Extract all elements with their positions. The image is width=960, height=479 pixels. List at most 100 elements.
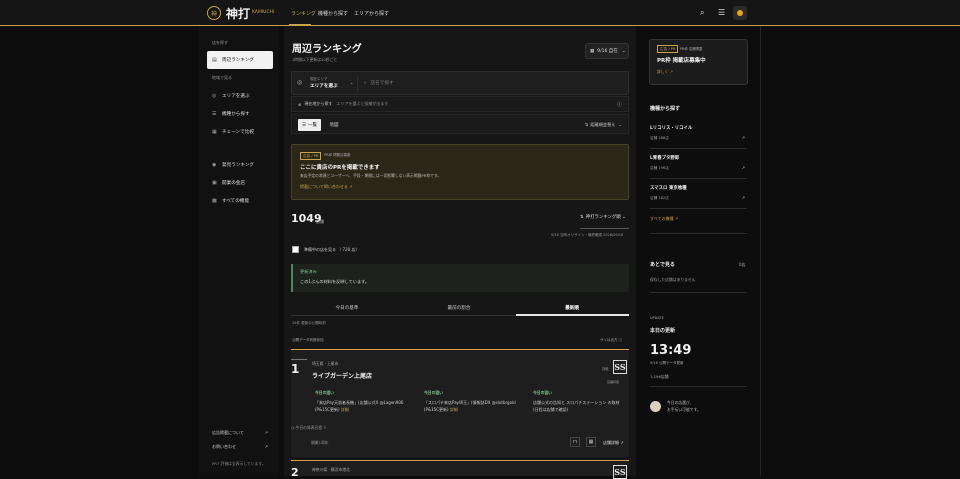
assistant-message-line: 今日の店選び、 xyxy=(667,400,694,405)
current-location-button[interactable]: ⊕ 現在地から探す エリアを選ぶと候補が出ます ⓘ xyxy=(291,96,629,112)
pr-recruit-link-label: 詳しく xyxy=(657,69,669,74)
view-toggle-bar: ☰ 一覧 地図 ⇅ 距離順並替え ⌄ xyxy=(291,114,629,134)
data-help[interactable]: サイは出方 ⓘ xyxy=(600,338,622,343)
nav-area[interactable]: エリアから探す xyxy=(354,10,389,17)
calendar-icon[interactable]: ▦ xyxy=(586,437,596,447)
external-link-icon: ↗ xyxy=(669,69,673,74)
grade-badge: SS xyxy=(613,465,627,479)
logo-icon[interactable]: 神 xyxy=(207,6,221,20)
highlight-link[interactable]: 詳細 xyxy=(450,407,458,412)
highlight-title: 今日の狙い xyxy=(424,390,443,395)
ranking-card[interactable]: 2 神奈川県 · 横浜市港北 SS xyxy=(291,460,629,479)
machine-count: 店舗 288店 xyxy=(650,136,669,140)
external-link-icon: ↗ xyxy=(741,135,745,140)
sidebar-item-machine[interactable]: ☰ 機種から探す xyxy=(207,105,273,123)
notice-desc: この1ぶんの材料を反映しています。 xyxy=(300,279,370,284)
pr-contact-link[interactable]: 掲載について問い合わせる ↗ xyxy=(300,184,353,190)
all-machines-label: すべての機種 xyxy=(650,216,674,221)
divider xyxy=(580,228,629,229)
ranking-order-label: 神打ランキング順 xyxy=(585,215,621,220)
highlight-desc: 「スロパチ来店Pay埼玉」(情報誌DX @slotbrgold (P&15C更新… xyxy=(424,399,524,413)
chevron-down-icon: ⌄ xyxy=(622,215,626,220)
bookmark-icon[interactable]: ⊓ xyxy=(570,437,580,447)
tab-today[interactable]: 今日の基準 xyxy=(291,305,403,311)
sidebar-item-label: 発見ランキング xyxy=(222,163,255,168)
search-icon[interactable]: ⌕ xyxy=(700,8,704,18)
sidebar-item-discovery[interactable]: ◉ 発見ランキング xyxy=(207,156,273,174)
help-icon[interactable]: ⓘ xyxy=(617,101,622,108)
sidebar-section-title: 店を探す xyxy=(212,40,228,45)
search-placeholder: 店名で探す xyxy=(370,81,394,86)
ranking-card[interactable]: 1 埼玉県 · 上尾市 ライブガーデン上尾店 評価 SS 店舗評価 今日の狙い … xyxy=(291,349,629,457)
pr-recruit-box[interactable]: 広告 / PR PR枠 店舗掲載 PR枠 掲載店募集中 詳しく ↗ xyxy=(649,39,748,85)
menu-icon[interactable]: ☰ xyxy=(718,8,725,17)
data-note: 公開データ判断参加 xyxy=(292,338,324,342)
sidebar-item-all-features[interactable]: ▩ すべての機能 xyxy=(207,192,273,210)
view-list-button[interactable]: ☰ 一覧 xyxy=(298,119,321,131)
nav-ranking[interactable]: ランキング xyxy=(291,10,316,17)
tab-active-underline xyxy=(516,314,629,316)
sidebar-item-area[interactable]: ◎ エリアを選ぶ xyxy=(207,87,273,105)
highlight-desc: 店舗公式の告知と スロパチステーション の取材 (日程は店舗で確認) xyxy=(533,400,620,412)
update-count: 1,196店舗 xyxy=(650,374,669,379)
store-count-unit: 店舗 xyxy=(316,219,324,224)
store-detail-link[interactable]: 店舗詳細 ↗ xyxy=(603,440,624,446)
today-update-title: 本日の更新 xyxy=(650,328,676,334)
machine-name: スマスロ 東京喰種 xyxy=(650,186,687,191)
top-bar xyxy=(0,0,960,26)
pr-recruit-link[interactable]: 詳しく ↗ xyxy=(657,69,673,75)
date-selector[interactable]: ▦ 9/16 自在 ⌄ xyxy=(585,43,629,59)
pr-banner: 広告 / PR PR枠 掲載店募集 ここに貴店のPRを掲載できます 来店予定の常… xyxy=(291,144,629,200)
footer-link-label: お問い合わせ xyxy=(212,444,236,449)
store-search-input[interactable]: ⌕ 店名で探す xyxy=(364,80,394,86)
highlight-link[interactable]: 詳細 xyxy=(341,407,349,412)
date-label: 9/16 自在 xyxy=(597,49,618,54)
sidebar-item-label: 機種から探す xyxy=(222,112,250,117)
external-link-icon: ↗ xyxy=(349,184,353,189)
later-title: あとで見る xyxy=(650,262,675,268)
area-selector[interactable]: ◎ 現在エリア エリアを選ぶ ⌄ xyxy=(296,76,358,92)
tab-ratio[interactable]: 最前の割合 xyxy=(403,305,515,311)
external-link-icon: ↗ xyxy=(264,430,268,435)
sidebar-item-opening[interactable]: ▣ 開業の金店 xyxy=(207,174,273,192)
machine-item[interactable]: スマスロ 東京喰種 店舗 182店 ↗ xyxy=(650,185,747,209)
rank-number: 1 xyxy=(291,362,300,376)
divider xyxy=(650,386,747,387)
machine-item[interactable]: Lリコリス・リコイル 店舗 288店 ↗ xyxy=(650,125,747,149)
updated-info: 9/16 当時オリサイン・最終確認 2026/09/16 xyxy=(551,233,624,237)
store-icon: ▣ xyxy=(212,180,217,186)
list-icon: ▤ xyxy=(212,57,217,63)
sidebar-section-title: 地域で見る xyxy=(212,75,232,80)
sidebar-item-nearby-ranking[interactable]: ▤ 周辺ランキング xyxy=(207,51,273,69)
tab-latest[interactable]: 最新順 xyxy=(516,305,628,311)
logo-text[interactable]: 神打 xyxy=(226,5,250,22)
highlight-col: 今日の狙い 店舗公式の告知と スロパチステーション の取材 (日程は店舗で確認) xyxy=(533,390,625,413)
sidebar-footer-ads[interactable]: 広告掲載について ↗ xyxy=(212,430,268,436)
ranking-order-dropdown[interactable]: ⇅ 神打ランキング順 ⌄ xyxy=(580,214,628,220)
user-avatar[interactable] xyxy=(733,6,747,20)
later-desc: 保存した店舗はありません xyxy=(650,277,696,282)
view-map-button[interactable]: 地図 xyxy=(325,119,343,131)
store-area: 埼玉県 · 上尾市 xyxy=(312,361,339,366)
external-link-icon: ↗ xyxy=(674,216,679,221)
view-list-label: 一覧 xyxy=(308,123,318,128)
pr-title: ここに貴店のPRを掲載できます xyxy=(300,165,380,171)
highlight-text: 「来店Pay天翁者長機」(店舗公式X @Lagen906 (P&15C更新) xyxy=(315,400,404,412)
later-count: 0店 xyxy=(739,262,746,267)
show-preparing-checkbox[interactable] xyxy=(292,246,299,253)
chevron-down-icon: ⌄ xyxy=(621,48,626,54)
ad-badge: 広告 / PR xyxy=(300,152,322,160)
all-machines-link[interactable]: すべての機種 ↗ xyxy=(650,216,678,222)
assistant-message-line: お手伝い可能です。 xyxy=(667,407,701,412)
machine-item[interactable]: L青春ブタ野郎 店舗 196店 ↗ xyxy=(650,155,747,179)
external-link-icon: ↗ xyxy=(741,195,745,200)
clock-icon: ◷ xyxy=(291,425,295,430)
sidebar-item-chain[interactable]: ▦ チェーンで比較 xyxy=(207,123,273,141)
sidebar-footer-contact[interactable]: お問い合わせ ↗ xyxy=(212,444,268,450)
ad-badge-sub: PR枠 掲載店募集 xyxy=(324,153,351,157)
store-name[interactable]: ライブガーデン上尾店 xyxy=(312,371,372,380)
pr-desc: 来店予定の常連とユーザーへ、手段・期間には一切影響しない表示掲載PR枠です。 xyxy=(300,173,442,178)
divider xyxy=(650,233,747,234)
nav-machine[interactable]: 機種から探す xyxy=(318,10,348,17)
sort-dropdown[interactable]: ⇅ 距離順並替え ⌄ xyxy=(585,122,622,128)
